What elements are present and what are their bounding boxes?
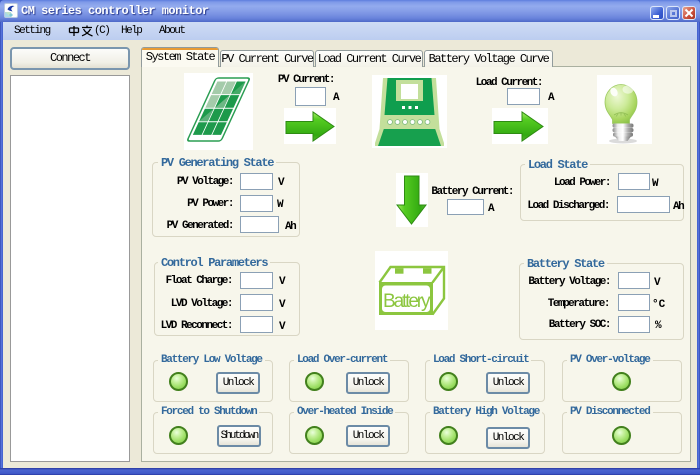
- svg-text:Battery: Battery: [383, 291, 431, 312]
